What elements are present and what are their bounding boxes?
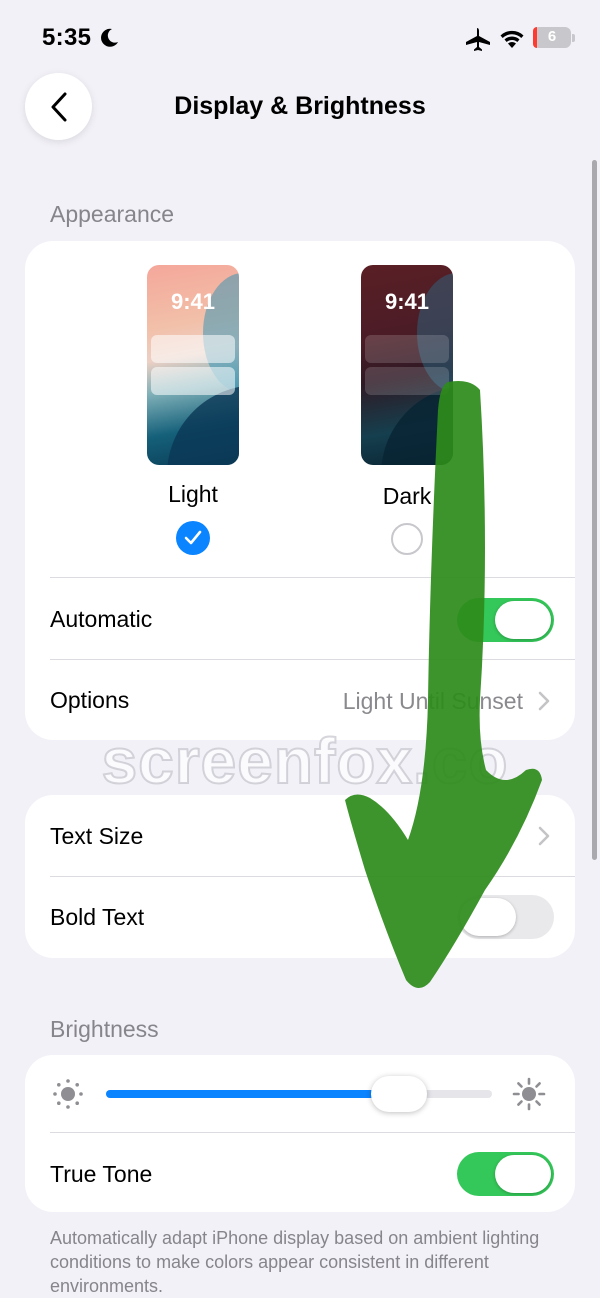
brightness-slider-thumb[interactable] xyxy=(371,1076,427,1112)
sun-dim-icon xyxy=(53,1079,83,1109)
wifi-icon xyxy=(500,30,524,48)
moon-icon xyxy=(101,28,118,47)
status-time: 5:35 xyxy=(42,24,92,51)
appearance-header: Appearance xyxy=(50,201,175,227)
battery-tip xyxy=(572,34,575,42)
bold-text-label: Bold Text xyxy=(50,903,145,930)
true-tone-toggle[interactable] xyxy=(457,1152,554,1196)
options-label: Options xyxy=(50,686,130,713)
status-bar: 5:35 6 xyxy=(0,0,600,76)
light-mode-preview[interactable]: 9:41 xyxy=(147,265,239,465)
battery-level: 6 xyxy=(547,28,557,45)
true-tone-description: Automatically adapt iPhone display based… xyxy=(50,1228,540,1296)
arrow-down-annotation xyxy=(345,381,542,989)
light-label[interactable]: Light xyxy=(133,481,253,508)
brightness-header: Brightness xyxy=(50,1016,159,1042)
sun-bright-icon xyxy=(512,1077,546,1111)
dark-preview-time: 9:41 xyxy=(384,289,430,314)
light-radio[interactable] xyxy=(176,521,210,555)
checkmark-icon xyxy=(184,530,202,545)
divider xyxy=(50,1132,575,1133)
brightness-slider-track[interactable] xyxy=(106,1090,492,1098)
battery-icon: 6 xyxy=(533,27,571,48)
automatic-label: Automatic xyxy=(50,605,153,632)
text-size-label: Text Size xyxy=(50,822,144,849)
brightness-slider-fill xyxy=(106,1090,399,1098)
scroll-indicator[interactable] xyxy=(592,160,597,860)
light-preview-time: 9:41 xyxy=(170,289,216,314)
airplane-icon xyxy=(466,28,490,51)
true-tone-label: True Tone xyxy=(50,1160,153,1187)
page-title: Display & Brightness xyxy=(174,92,426,120)
